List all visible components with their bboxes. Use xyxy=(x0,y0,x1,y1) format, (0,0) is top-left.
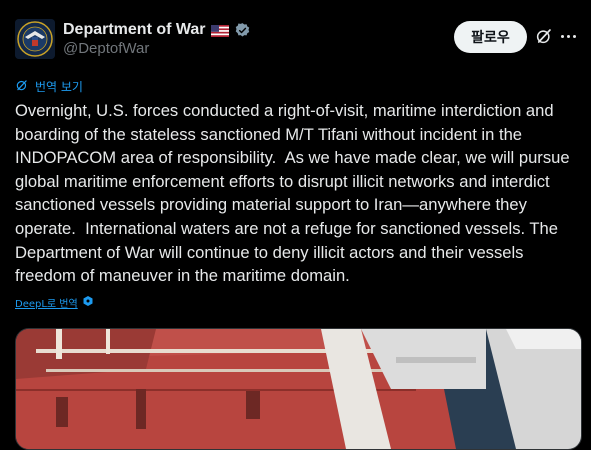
deepl-icon xyxy=(82,295,94,310)
us-flag-icon xyxy=(210,24,229,37)
translate-label[interactable]: 번역 보기 xyxy=(35,78,83,95)
author-name[interactable]: Department of War xyxy=(63,21,206,39)
follow-button[interactable]: 팔로우 xyxy=(454,21,527,53)
grok-icon[interactable] xyxy=(535,27,553,45)
translate-icon xyxy=(15,78,29,95)
deepl-translate-label[interactable]: DeepL로 번역 xyxy=(15,295,78,310)
tweet-text: Overnight, U.S. forces conducted a right… xyxy=(15,101,575,286)
deepl-translate[interactable]: DeepL로 번역 xyxy=(15,295,94,310)
more-icon[interactable] xyxy=(561,35,577,39)
author-handle[interactable]: @DeptofWar xyxy=(63,40,149,57)
avatar[interactable] xyxy=(15,19,55,59)
tweet-media-image[interactable] xyxy=(15,328,582,450)
verified-badge-icon[interactable] xyxy=(234,22,251,39)
translate-link[interactable]: 번역 보기 xyxy=(15,78,83,95)
author-name-row[interactable]: Department of War xyxy=(63,21,251,39)
